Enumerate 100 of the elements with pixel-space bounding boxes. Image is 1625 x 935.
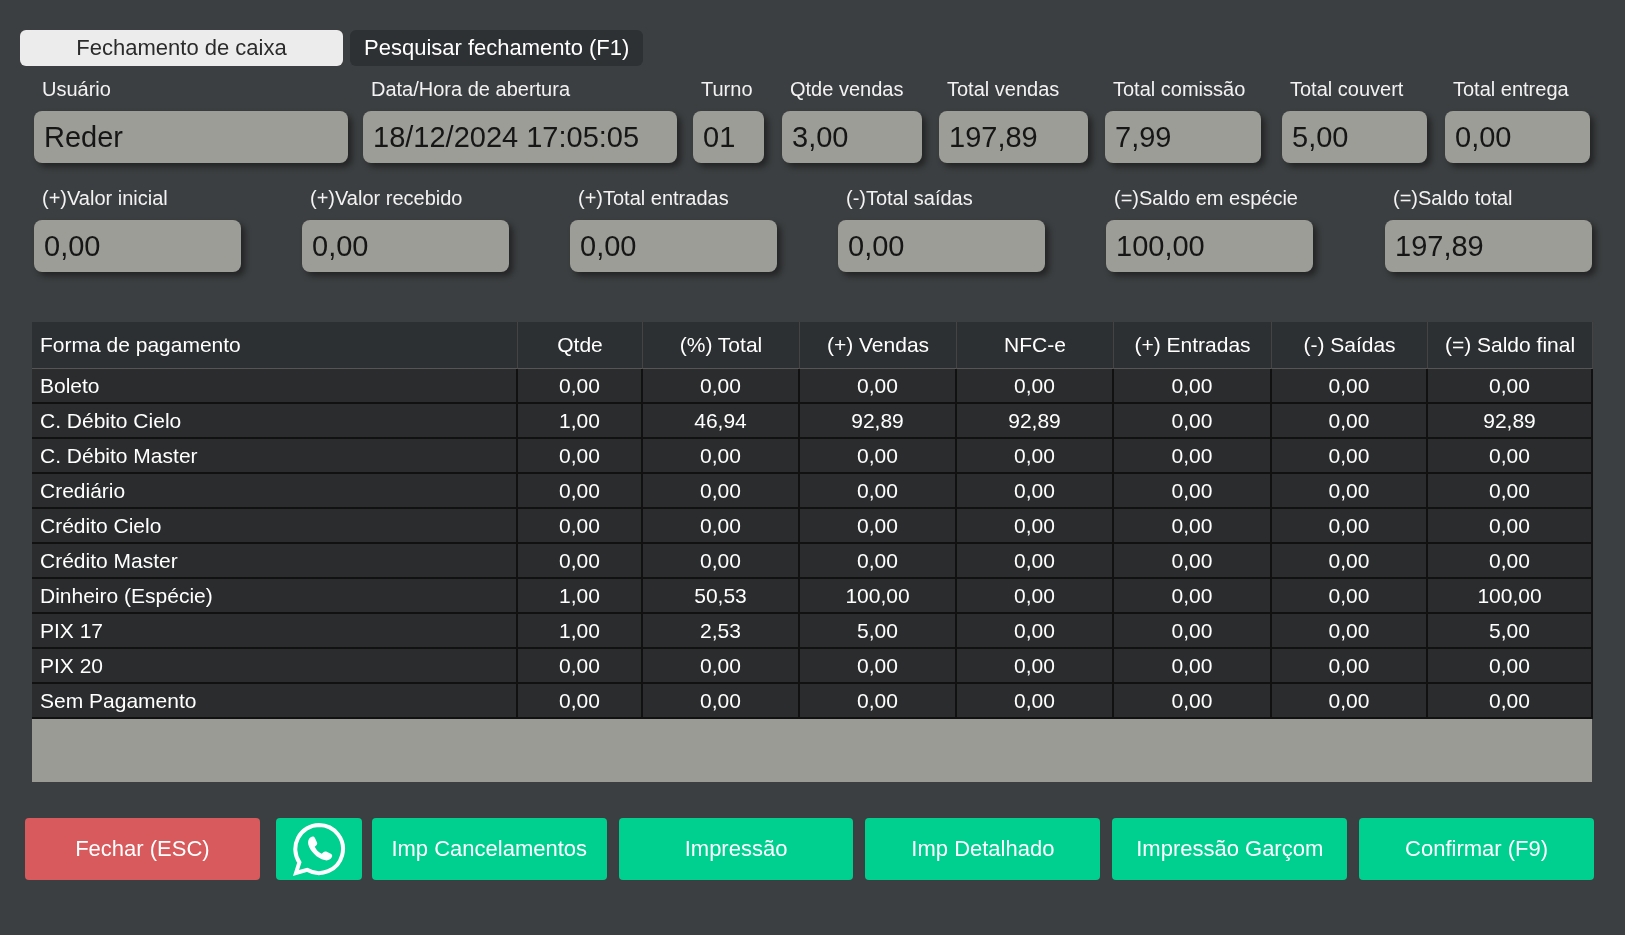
- table-cell: 0,00: [957, 439, 1114, 474]
- text-field[interactable]: 7,99: [1105, 111, 1261, 163]
- table-cell: 0,00: [518, 439, 643, 474]
- table-cell: 0,00: [1428, 649, 1593, 684]
- table-cell: 0,00: [643, 649, 800, 684]
- table-cell: 92,89: [957, 404, 1114, 439]
- table-cell: Boleto: [32, 369, 518, 404]
- table-cell: 0,00: [518, 684, 643, 719]
- table-cell: 0,00: [1428, 439, 1593, 474]
- table-cell: 0,00: [1272, 404, 1428, 439]
- table-cell: 0,00: [1114, 684, 1272, 719]
- table-cell: 0,00: [643, 369, 800, 404]
- text-field[interactable]: 0,00: [302, 220, 509, 272]
- table-cell: Sem Pagamento: [32, 684, 518, 719]
- field-label: (=)Saldo em espécie: [1113, 187, 1299, 210]
- table-cell: 46,94: [643, 404, 800, 439]
- table-cell: 0,00: [518, 474, 643, 509]
- table-cell: Crediário: [32, 474, 518, 509]
- field-label: (+)Valor inicial: [41, 187, 169, 210]
- table-cell: 0,00: [957, 544, 1114, 579]
- column-header[interactable]: Qtde: [518, 322, 643, 369]
- column-header[interactable]: Forma de pagamento: [32, 322, 518, 369]
- field-label: (-)Total saídas: [845, 187, 974, 210]
- table-cell: 0,00: [1428, 684, 1593, 719]
- action-button[interactable]: Fechar (ESC): [25, 818, 260, 880]
- table-cell: 50,53: [643, 579, 800, 614]
- table-cell: 0,00: [800, 474, 957, 509]
- table-cell: Dinheiro (Espécie): [32, 579, 518, 614]
- chat-button[interactable]: [275, 818, 362, 880]
- field-label: Total entrega: [1452, 78, 1570, 101]
- table-cell: 0,00: [1272, 369, 1428, 404]
- text-field[interactable]: 18/12/2024 17:05:05: [363, 111, 677, 163]
- table-cell: 100,00: [800, 579, 957, 614]
- text-field[interactable]: 5,00: [1282, 111, 1427, 163]
- table-cell: 2,53: [643, 614, 800, 649]
- table-cell: 0,00: [518, 649, 643, 684]
- field-label: Qtde vendas: [789, 78, 905, 101]
- table-cell: 0,00: [957, 474, 1114, 509]
- table-cell: 0,00: [800, 544, 957, 579]
- table-cell: 0,00: [957, 509, 1114, 544]
- field-label: (+)Total entradas: [577, 187, 730, 210]
- table-cell: 0,00: [1272, 649, 1428, 684]
- table-cell: Crédito Master: [32, 544, 518, 579]
- table-cell: 1,00: [518, 404, 643, 439]
- text-field[interactable]: 0,00: [1445, 111, 1590, 163]
- table-cell: 0,00: [1272, 614, 1428, 649]
- table-cell: 0,00: [1272, 579, 1428, 614]
- table-cell: 0,00: [1428, 369, 1593, 404]
- table-cell: 0,00: [800, 369, 957, 404]
- table-cell: 0,00: [1114, 544, 1272, 579]
- table-cell: 0,00: [800, 649, 957, 684]
- tab[interactable]: Pesquisar fechamento (F1): [350, 30, 644, 66]
- table-cell: 0,00: [1428, 509, 1593, 544]
- column-header[interactable]: (=) Saldo final: [1428, 322, 1593, 369]
- table-cell: C. Débito Master: [32, 439, 518, 474]
- table-cell: 0,00: [643, 684, 800, 719]
- text-field[interactable]: 0,00: [570, 220, 777, 272]
- table-cell: 0,00: [1114, 579, 1272, 614]
- text-field[interactable]: Reder: [34, 111, 348, 163]
- text-field[interactable]: 197,89: [1385, 220, 1592, 272]
- table-cell: 0,00: [1114, 509, 1272, 544]
- text-field[interactable]: 100,00: [1106, 220, 1313, 272]
- field-label: Total comissão: [1112, 78, 1247, 101]
- table-cell: 0,00: [1114, 404, 1272, 439]
- table-cell: 0,00: [643, 544, 800, 579]
- table-cell: 0,00: [1272, 544, 1428, 579]
- table-cell: 0,00: [1272, 509, 1428, 544]
- table-cell: 0,00: [800, 439, 957, 474]
- table-cell: 0,00: [800, 684, 957, 719]
- field-label: Turno: [700, 78, 754, 101]
- field-label: (+)Valor recebido: [309, 187, 464, 210]
- field-label: Total couvert: [1289, 78, 1405, 101]
- table-cell: Crédito Cielo: [32, 509, 518, 544]
- table-cell: 0,00: [1272, 684, 1428, 719]
- column-header[interactable]: (+) Vendas: [800, 322, 957, 369]
- table-cell: 0,00: [957, 369, 1114, 404]
- table-cell: 0,00: [1272, 439, 1428, 474]
- table-cell: 92,89: [800, 404, 957, 439]
- table-cell: PIX 20: [32, 649, 518, 684]
- column-header[interactable]: (%) Total: [643, 322, 800, 369]
- field-label: Total vendas: [946, 78, 1061, 101]
- column-header[interactable]: (+) Entradas: [1114, 322, 1272, 369]
- table-cell: 0,00: [800, 509, 957, 544]
- text-field[interactable]: 3,00: [782, 111, 922, 163]
- table-cell: 0,00: [643, 474, 800, 509]
- table-cell: 1,00: [518, 614, 643, 649]
- table-cell: 100,00: [1428, 579, 1593, 614]
- text-field[interactable]: 0,00: [34, 220, 241, 272]
- table-cell: 0,00: [957, 614, 1114, 649]
- table-cell: C. Débito Cielo: [32, 404, 518, 439]
- table-cell: 0,00: [643, 439, 800, 474]
- column-header[interactable]: NFC-e: [957, 322, 1114, 369]
- tab[interactable]: Fechamento de caixa: [20, 30, 343, 66]
- column-header[interactable]: (-) Saídas: [1272, 322, 1428, 369]
- chat-bubble-phone-icon: [290, 821, 347, 877]
- table-cell: 0,00: [518, 544, 643, 579]
- text-field[interactable]: 197,89: [939, 111, 1088, 163]
- text-field[interactable]: 0,00: [838, 220, 1045, 272]
- text-field[interactable]: 01: [693, 111, 764, 163]
- table-cell: 0,00: [1114, 474, 1272, 509]
